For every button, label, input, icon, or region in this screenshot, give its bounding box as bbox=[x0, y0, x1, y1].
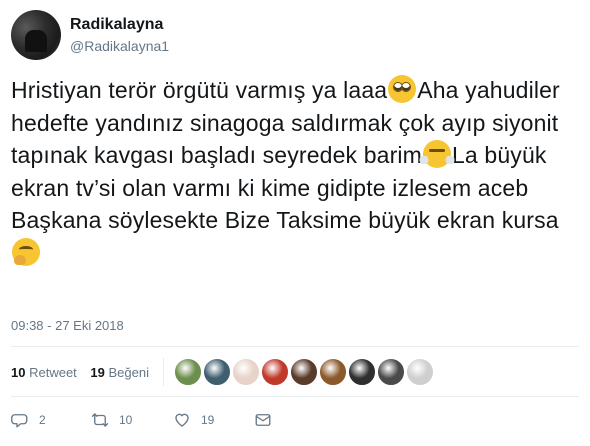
divider-top bbox=[11, 346, 579, 347]
retweet-count: 10 bbox=[119, 413, 133, 427]
thinking-face-icon bbox=[12, 237, 40, 266]
tweet-text: Hristiyan terör örgütü varmış ya laaa Aha… bbox=[11, 74, 586, 269]
like-count: 19 bbox=[201, 413, 215, 427]
face-with-rolling-eyes-icon bbox=[388, 75, 417, 103]
display-name[interactable]: Radikalayna bbox=[70, 16, 163, 34]
liker-avatar[interactable] bbox=[203, 358, 231, 386]
liker-avatar[interactable] bbox=[290, 358, 318, 386]
retweets-stat[interactable]: 10 Retweet bbox=[11, 365, 77, 380]
liker-avatar[interactable] bbox=[377, 358, 405, 386]
liker-avatar[interactable] bbox=[348, 358, 376, 386]
user-handle[interactable]: @Radikalayna1 bbox=[70, 38, 169, 54]
liker-avatar[interactable] bbox=[261, 358, 289, 386]
divider-bottom bbox=[11, 396, 579, 397]
retweets-label: Retweet bbox=[29, 365, 77, 380]
like-button[interactable]: 19 bbox=[173, 410, 214, 430]
reply-count: 2 bbox=[39, 413, 46, 427]
direct-message-button[interactable] bbox=[254, 410, 272, 430]
face-with-steam-icon bbox=[418, 140, 455, 168]
retweets-count: 10 bbox=[11, 365, 26, 380]
liker-avatar[interactable] bbox=[232, 358, 260, 386]
engagement-stats: 10 Retweet 19 Beğeni bbox=[11, 365, 159, 380]
reply-icon bbox=[11, 414, 28, 428]
envelope-icon bbox=[255, 414, 271, 426]
retweet-button[interactable]: 10 bbox=[91, 410, 132, 430]
tweet-text-part-1: Hristiyan terör örgütü varmış ya laaa bbox=[11, 77, 388, 103]
heart-icon bbox=[175, 413, 189, 427]
likes-stat[interactable]: 19 Beğeni bbox=[90, 365, 149, 380]
likes-count: 19 bbox=[90, 365, 105, 380]
retweet-icon bbox=[91, 413, 109, 427]
tweet-timestamp[interactable]: 09:38 - 27 Eki 2018 bbox=[11, 318, 124, 333]
liker-avatar[interactable] bbox=[406, 358, 434, 386]
profile-avatar[interactable] bbox=[11, 10, 61, 60]
liker-avatar[interactable] bbox=[319, 358, 347, 386]
likes-label: Beğeni bbox=[108, 365, 149, 380]
reply-button[interactable]: 2 bbox=[11, 410, 46, 430]
liker-avatar[interactable] bbox=[174, 358, 202, 386]
stats-separator bbox=[163, 358, 164, 386]
